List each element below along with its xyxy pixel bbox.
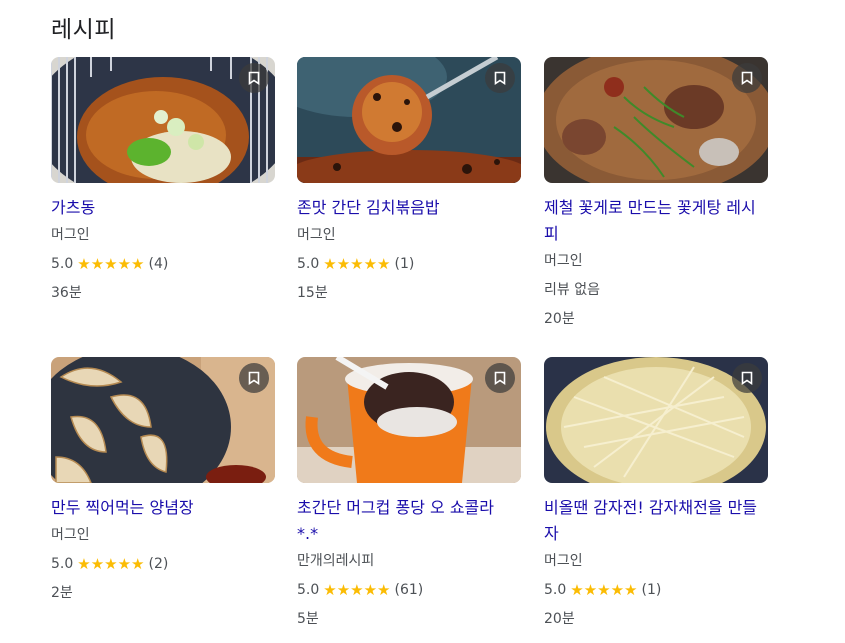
star-rating-icon: ★★★★★ [570, 581, 638, 599]
review-count: (4) [148, 256, 169, 272]
no-reviews-text: 리뷰 없음 [544, 282, 600, 298]
star-rating-icon: ★★★★★ [323, 581, 391, 599]
rating-value: 5.0 [297, 582, 320, 598]
rating-value: 5.0 [51, 556, 74, 572]
bookmark-icon [741, 71, 753, 85]
recipe-title[interactable]: 비올땐 감자전! 감자채전을 만들자 [544, 495, 764, 547]
recipe-thumbnail[interactable] [297, 357, 521, 483]
recipe-thumbnail[interactable] [51, 357, 275, 483]
recipe-source: 머그인 [51, 527, 90, 543]
recipe-rating: 5.0 ★★★★★ (2) [51, 550, 276, 579]
bookmark-button[interactable] [485, 363, 515, 393]
rating-value: 5.0 [544, 582, 567, 598]
section-title: 레시피 [51, 17, 116, 43]
recipe-time: 20분 [544, 311, 575, 327]
bookmark-icon [248, 71, 260, 85]
recipe-card-potato-pancake[interactable]: 비올땐 감자전! 감자채전을 만들자 머그인 5.0 ★★★★★ (1) 20분 [544, 357, 769, 634]
bookmark-button[interactable] [239, 363, 269, 393]
review-count: (1) [394, 256, 415, 272]
recipe-time: 36분 [51, 285, 82, 301]
recipe-source: 머그인 [544, 553, 583, 569]
review-count: (61) [394, 582, 424, 598]
recipe-title[interactable]: 초간단 머그컵 퐁당 오 쇼콜라 *.* [297, 495, 517, 547]
recipe-rating: 5.0 ★★★★★ (1) [544, 576, 769, 605]
recipe-source: 머그인 [51, 227, 90, 243]
bookmark-button[interactable] [732, 63, 762, 93]
recipe-card-gatsudong[interactable]: 가츠동 머그인 5.0 ★★★★★ (4) 36분 [51, 57, 276, 308]
recipe-source: 머그인 [297, 227, 336, 243]
recipe-card-crab-stew[interactable]: 제철 꽃게로 만드는 꽃게탕 레시피 머그인 리뷰 없음 20분 [544, 57, 769, 334]
recipe-source: 머그인 [544, 253, 583, 269]
recipe-source: 만개의레시피 [297, 553, 375, 569]
recipe-time: 2분 [51, 585, 73, 601]
recipe-title[interactable]: 존맛 간단 김치볶음밥 [297, 195, 517, 221]
rating-value: 5.0 [51, 256, 74, 272]
bookmark-icon [494, 371, 506, 385]
bookmark-icon [741, 371, 753, 385]
rating-value: 5.0 [297, 256, 320, 272]
review-count: (2) [148, 556, 169, 572]
recipe-thumbnail[interactable] [51, 57, 275, 183]
bookmark-button[interactable] [732, 363, 762, 393]
recipe-thumbnail[interactable] [297, 57, 521, 183]
recipe-title[interactable]: 제철 꽃게로 만드는 꽃게탕 레시피 [544, 195, 764, 247]
recipe-rating: 5.0 ★★★★★ (1) [297, 250, 522, 279]
star-rating-icon: ★★★★★ [323, 255, 391, 273]
recipe-card-dumpling-sauce[interactable]: 만두 찍어먹는 양념장 머그인 5.0 ★★★★★ (2) 2분 [51, 357, 276, 608]
review-count: (1) [641, 582, 662, 598]
recipe-thumbnail[interactable] [544, 57, 768, 183]
recipe-title[interactable]: 만두 찍어먹는 양념장 [51, 495, 271, 521]
bookmark-button[interactable] [239, 63, 269, 93]
bookmark-icon [248, 371, 260, 385]
recipe-time: 5분 [297, 611, 319, 627]
recipe-card-mug-chocolat[interactable]: 초간단 머그컵 퐁당 오 쇼콜라 *.* 만개의레시피 5.0 ★★★★★ (6… [297, 357, 522, 634]
bookmark-button[interactable] [485, 63, 515, 93]
recipe-title[interactable]: 가츠동 [51, 195, 271, 221]
recipe-rating: 5.0 ★★★★★ (61) [297, 576, 522, 605]
recipe-rating: 5.0 ★★★★★ (4) [51, 250, 276, 279]
star-rating-icon: ★★★★★ [77, 255, 145, 273]
bookmark-icon [494, 71, 506, 85]
recipe-thumbnail[interactable] [544, 357, 768, 483]
star-rating-icon: ★★★★★ [77, 555, 145, 573]
recipe-time: 15분 [297, 285, 328, 301]
recipe-time: 20분 [544, 611, 575, 627]
recipe-card-kimchi-fried-rice[interactable]: 존맛 간단 김치볶음밥 머그인 5.0 ★★★★★ (1) 15분 [297, 57, 522, 308]
